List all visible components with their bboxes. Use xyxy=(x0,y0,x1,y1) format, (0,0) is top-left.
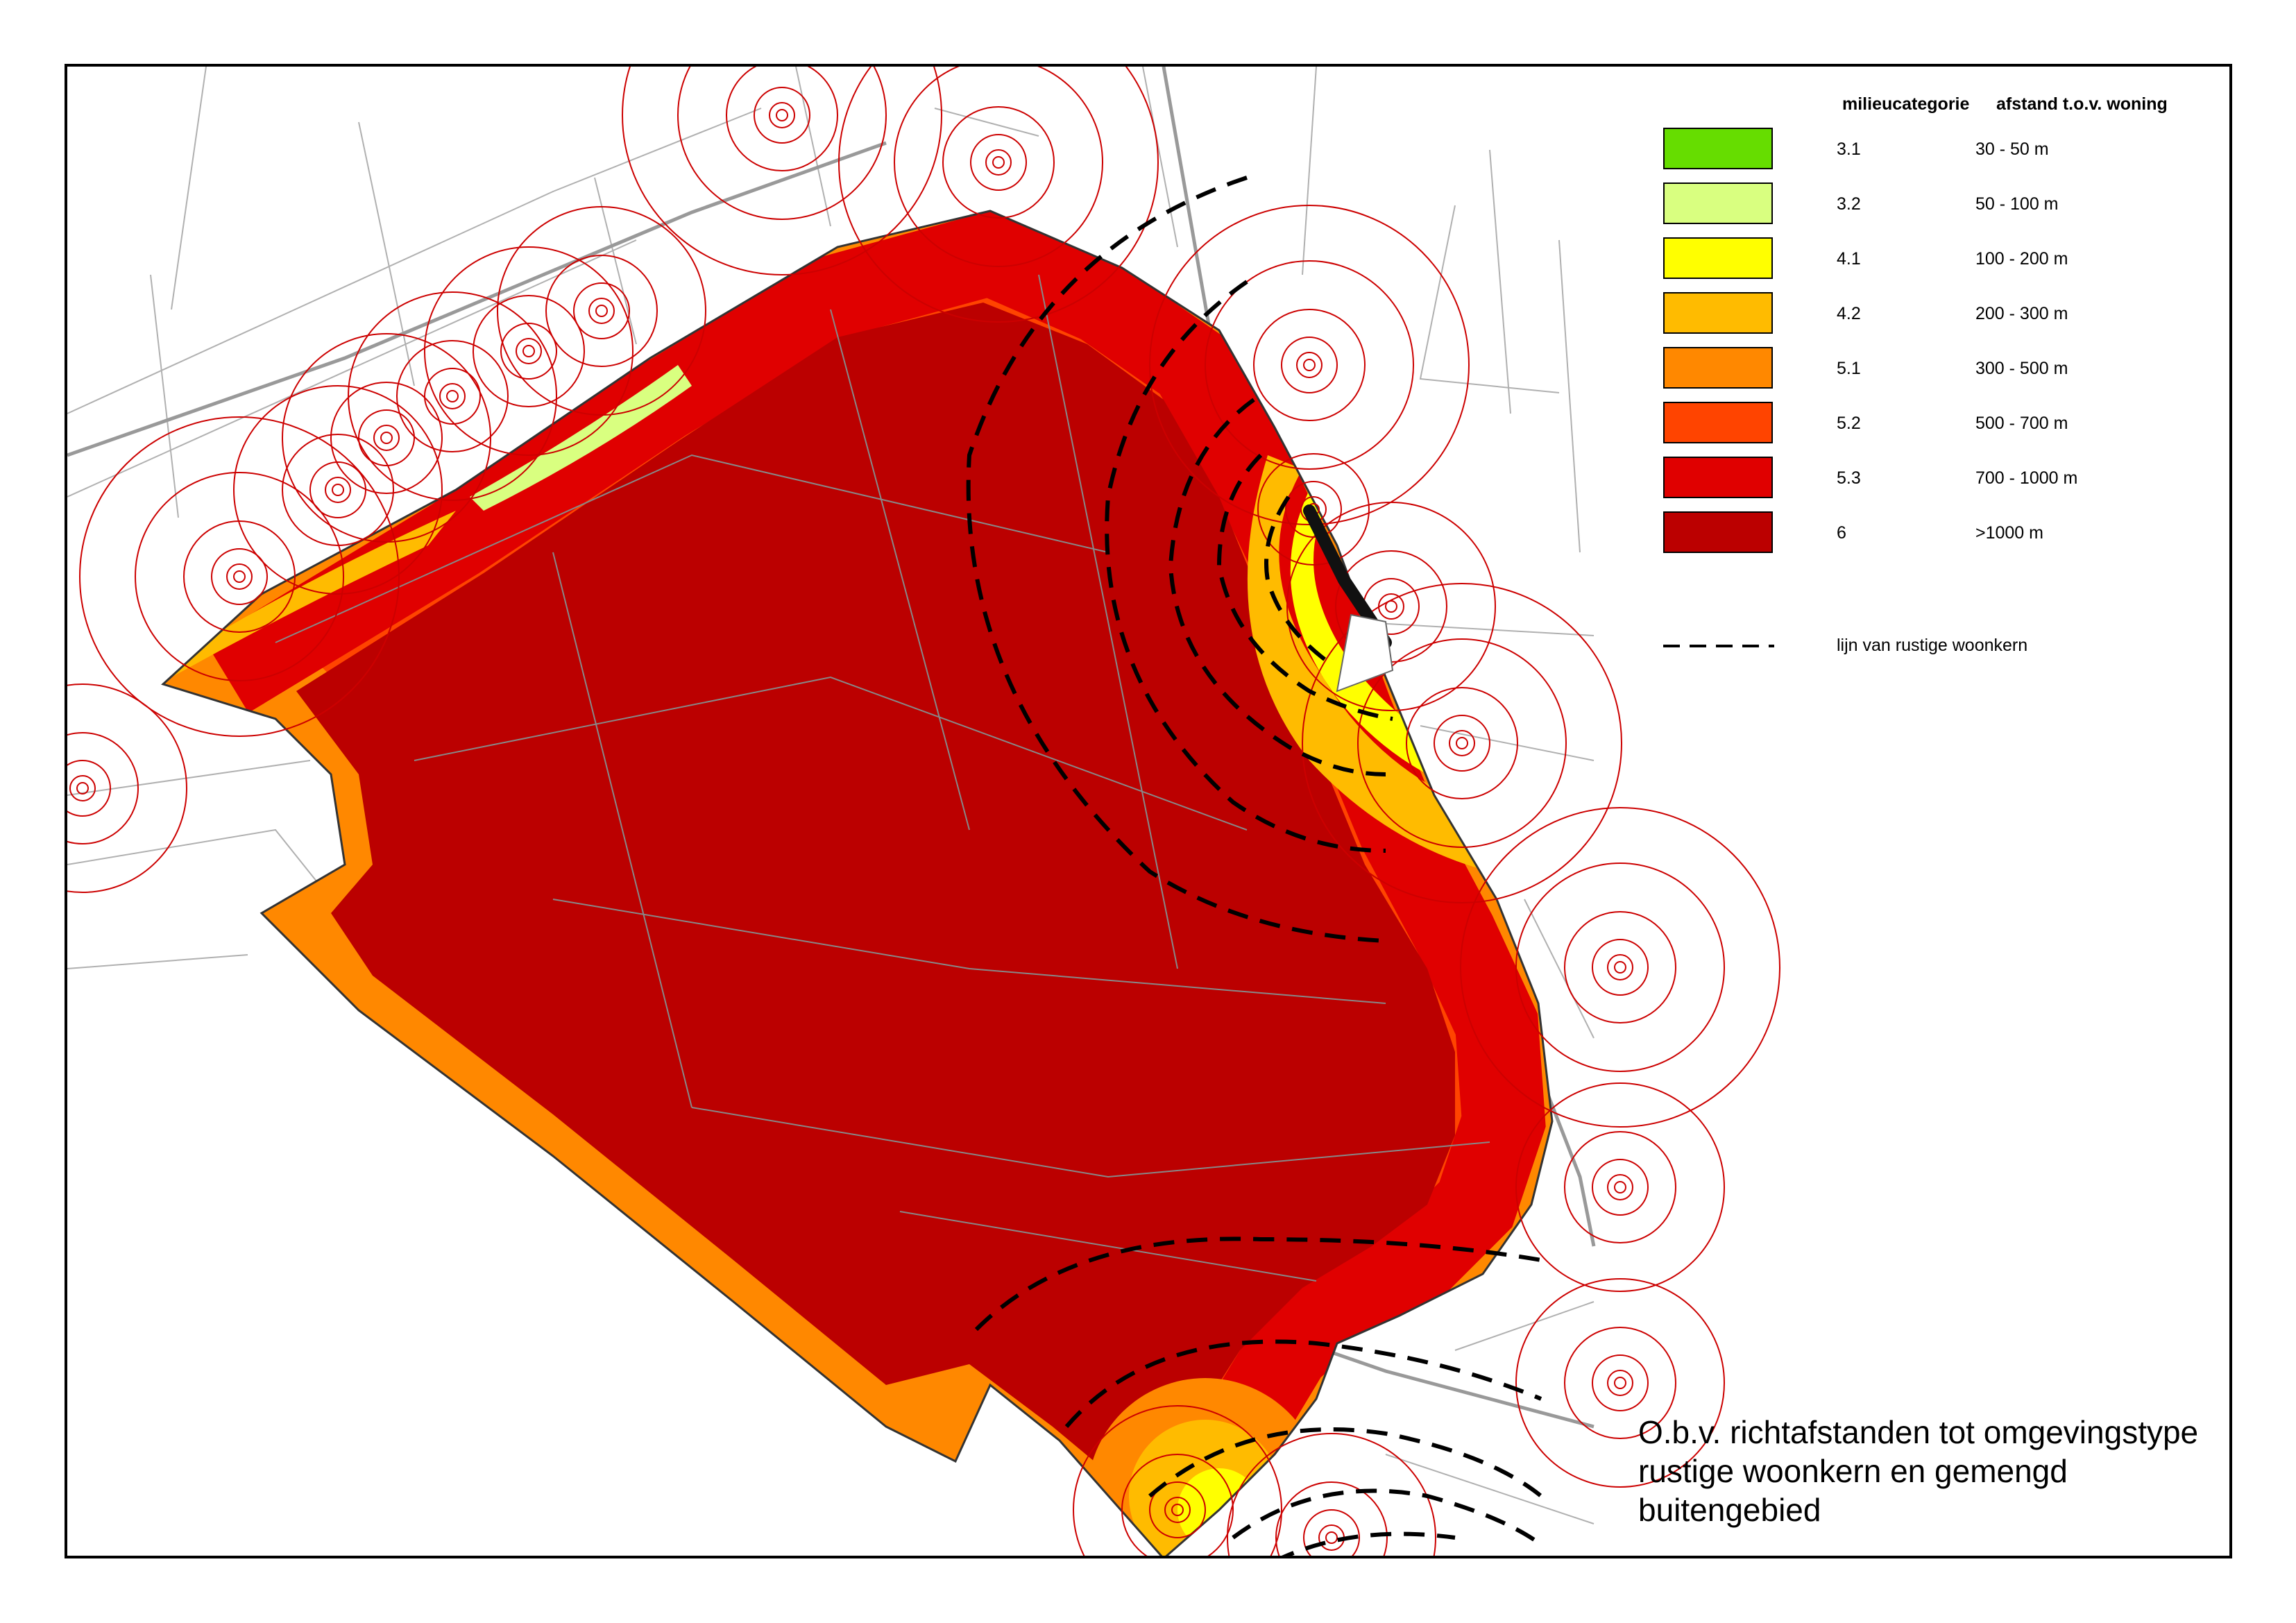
legend-row: 3.1 30 - 50 m xyxy=(1663,128,2229,171)
map-frame: milieucategorie afstand t.o.v. woning 3.… xyxy=(65,64,2232,1558)
legend-swatch xyxy=(1663,511,1773,553)
legend-row: 6 >1000 m xyxy=(1663,511,2229,554)
legend-category: 5.1 xyxy=(1837,359,1861,378)
legend-category: 6 xyxy=(1837,523,1846,543)
legend-category: 4.2 xyxy=(1837,304,1861,323)
legend-line-row: lijn van rustige woonkern xyxy=(1663,636,2229,663)
map-note: O.b.v. richtafstanden tot omgevingstype … xyxy=(1638,1413,2229,1529)
legend-swatch xyxy=(1663,292,1773,334)
legend-row: 3.2 50 - 100 m xyxy=(1663,182,2229,226)
legend-category: 5.3 xyxy=(1837,468,1861,488)
note-line-2: rustige woonkern en gemengd buitengebied xyxy=(1638,1453,2068,1528)
legend-distance: 300 - 500 m xyxy=(1975,359,2068,378)
legend-row: 5.3 700 - 1000 m xyxy=(1663,457,2229,500)
legend-category: 3.2 xyxy=(1837,194,1861,214)
legend-row: 5.1 300 - 500 m xyxy=(1663,347,2229,390)
legend-swatch xyxy=(1663,237,1773,279)
legend-swatch xyxy=(1663,347,1773,389)
legend-header-category: milieucategorie xyxy=(1842,94,1970,114)
legend-category: 4.1 xyxy=(1837,249,1861,269)
legend-row: 4.2 200 - 300 m xyxy=(1663,292,2229,335)
legend-distance: 50 - 100 m xyxy=(1975,194,2059,214)
legend-category: 5.2 xyxy=(1837,414,1861,433)
legend-row: 5.2 500 - 700 m xyxy=(1663,402,2229,445)
legend-distance: 30 - 50 m xyxy=(1975,139,2049,159)
dashed-line-swatch xyxy=(1663,645,1774,647)
legend-line-label: lijn van rustige woonkern xyxy=(1837,636,2028,655)
zoning-zones xyxy=(163,211,1552,1556)
legend-distance: 100 - 200 m xyxy=(1975,249,2068,269)
legend-swatch xyxy=(1663,128,1773,169)
legend-row: 4.1 100 - 200 m xyxy=(1663,237,2229,280)
legend-distance: 500 - 700 m xyxy=(1975,414,2068,433)
legend-swatch xyxy=(1663,182,1773,224)
legend-distance: 700 - 1000 m xyxy=(1975,468,2078,488)
legend-distance: 200 - 300 m xyxy=(1975,304,2068,323)
legend-swatch xyxy=(1663,457,1773,498)
note-line-1: O.b.v. richtafstanden tot omgevingstype xyxy=(1638,1414,2199,1450)
legend-header-distance: afstand t.o.v. woning xyxy=(1996,94,2168,114)
legend-swatch xyxy=(1663,402,1773,443)
zoning-map[interactable] xyxy=(67,67,2232,1558)
legend-distance: >1000 m xyxy=(1975,523,2043,543)
legend-category: 3.1 xyxy=(1837,139,1861,159)
